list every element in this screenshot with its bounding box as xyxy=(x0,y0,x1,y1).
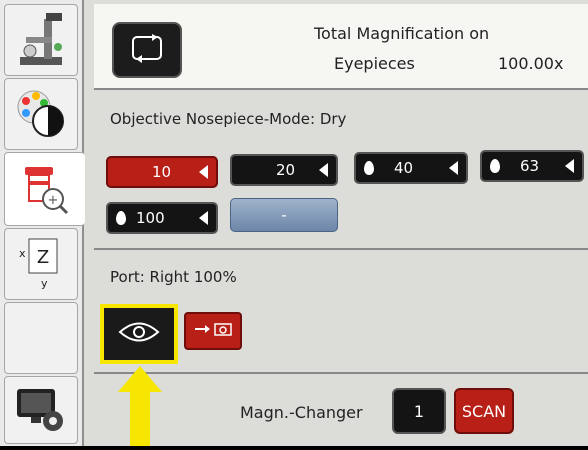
objective-button-10[interactable]: 10 xyxy=(106,156,218,188)
magn-changer-label: Magn.-Changer xyxy=(240,403,363,422)
section-divider xyxy=(94,372,588,374)
arrow-camera-icon xyxy=(193,321,233,341)
sidebar: + Z x y xyxy=(0,0,85,446)
water-drop-icon xyxy=(364,161,374,175)
objective-label: - xyxy=(281,206,287,224)
objective-label: 40 xyxy=(394,159,414,177)
magnification-panel: Total Magnification on Eyepieces 100.00x xyxy=(94,4,588,90)
sidebar-tab-empty[interactable] xyxy=(4,302,78,374)
objective-label: 63 xyxy=(520,157,540,175)
water-drop-icon xyxy=(490,159,500,173)
objective-button-63[interactable]: 63 xyxy=(480,150,584,182)
sidebar-tab-contrast[interactable] xyxy=(4,78,78,150)
svg-text:Z: Z xyxy=(37,247,49,268)
port-label: Port: Right 100% xyxy=(110,268,237,286)
magn-changer-value-button[interactable]: 1 xyxy=(392,388,446,434)
objective-label: 10 xyxy=(152,163,172,181)
annotation-arrow-up-icon xyxy=(118,366,162,450)
objective-zoom-icon: + xyxy=(17,161,73,217)
microscope-icon xyxy=(14,11,68,69)
magnification-title: Total Magnification on xyxy=(314,24,490,43)
svg-text:y: y xyxy=(41,277,48,290)
eye-icon xyxy=(118,321,160,347)
sidebar-tab-objective[interactable]: + xyxy=(4,152,85,226)
svg-text:+: + xyxy=(48,193,59,208)
scan-button[interactable]: SCAN xyxy=(454,388,514,434)
sidebar-tab-microscope[interactable] xyxy=(4,4,78,76)
objective-button-40[interactable]: 40 xyxy=(354,152,468,184)
camera-port-button[interactable] xyxy=(184,312,242,350)
objective-label: 100 xyxy=(136,209,165,227)
objective-button-20[interactable]: 20 xyxy=(230,154,338,186)
eyepiece-port-button[interactable] xyxy=(100,304,178,364)
objective-button-empty[interactable]: - xyxy=(230,198,338,232)
water-drop-icon xyxy=(116,211,126,225)
section-divider xyxy=(94,248,588,250)
triangle-left-icon xyxy=(449,161,458,175)
magnification-subtitle: Eyepieces xyxy=(334,54,415,73)
screen-settings-icon xyxy=(13,385,69,435)
objective-button-100[interactable]: 100 xyxy=(106,202,218,234)
triangle-left-icon xyxy=(319,163,328,177)
magnification-value: 100.00x xyxy=(498,54,564,73)
triangle-left-icon xyxy=(565,159,574,173)
objective-mode-label: Objective Nosepiece-Mode: Dry xyxy=(110,110,347,128)
microscope-control-screen: + Z x y Total Magnification on Eyepieces… xyxy=(0,0,588,446)
triangle-left-icon xyxy=(199,165,208,179)
sidebar-tab-settings[interactable] xyxy=(4,376,78,444)
svg-text:x: x xyxy=(19,247,26,260)
triangle-left-icon xyxy=(199,211,208,225)
cycle-arrows-icon xyxy=(130,33,164,67)
cycle-button[interactable] xyxy=(112,22,182,78)
sidebar-tab-xyz[interactable]: Z x y xyxy=(4,228,78,300)
xyz-stage-icon: Z x y xyxy=(11,235,71,293)
color-contrast-icon xyxy=(14,87,68,141)
objective-label: 20 xyxy=(276,161,296,179)
